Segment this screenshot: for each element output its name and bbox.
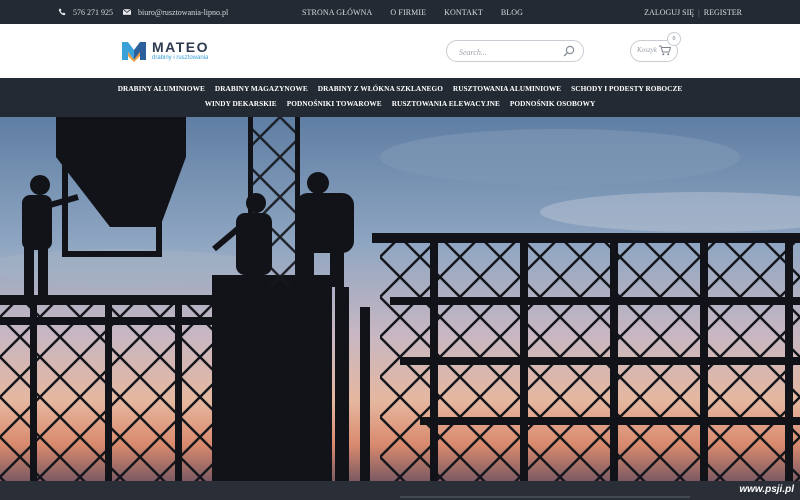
main-nav-row-2: WINDY DEKARSKIE PODNOŚNIKI TOWAROWE RUSZ… (0, 99, 800, 108)
nav-link-about[interactable]: O FIRMIE (390, 8, 426, 17)
nav-link-contact[interactable]: KONTAKT (444, 8, 483, 17)
email-contact[interactable]: biuro@rusztowania-lipno.pl (123, 8, 228, 17)
nav-cargo-lifts[interactable]: PODNOŚNIKI TOWAROWE (287, 99, 382, 108)
nav-aluminum-ladders[interactable]: DRABINY ALUMINIOWE (118, 84, 205, 93)
nav-warehouse-ladders[interactable]: DRABINY MAGAZYNOWE (215, 84, 308, 93)
nav-personnel-lift[interactable]: PODNOŚNIK OSOBOWY (510, 99, 595, 108)
nav-facade-scaffolding[interactable]: RUSZTOWANIA ELEWACYJNE (392, 99, 500, 108)
email-address: biuro@rusztowania-lipno.pl (138, 7, 229, 17)
main-nav-row-1: DRABINY ALUMINIOWE DRABINY MAGAZYNOWE DR… (0, 84, 800, 93)
nav-roofing-lifts[interactable]: WINDY DEKARSKIE (205, 99, 277, 108)
logo-mark-icon (122, 42, 146, 62)
phone-contact[interactable]: 576 271 925 (58, 8, 113, 17)
top-bar: 576 271 925 biuro@rusztowania-lipno.pl S… (0, 0, 800, 24)
nav-link-home[interactable]: STRONA GŁÓWNA (302, 8, 372, 17)
site-logo[interactable]: MATEO drabiny i rusztowania (122, 40, 209, 62)
logo-tagline: drabiny i rusztowania (152, 55, 209, 61)
site-header: MATEO drabiny i rusztowania Koszyk 0 (0, 24, 800, 78)
bottom-bar (0, 481, 800, 500)
top-nav: STRONA GŁÓWNA O FIRMIE KONTAKT BLOG (302, 0, 541, 24)
logo-text: MATEO drabiny i rusztowania (152, 40, 209, 62)
nav-aluminum-scaffolding[interactable]: RUSZTOWANIA ALUMINIOWE (453, 84, 561, 93)
phone-icon (58, 8, 66, 16)
login-link[interactable]: ZALOGUJ SIĘ (644, 8, 694, 17)
bottom-divider (400, 496, 690, 498)
phone-number: 576 271 925 (73, 7, 113, 17)
search-input[interactable] (457, 43, 561, 61)
logo-name: MATEO (152, 39, 210, 55)
search-icon[interactable] (563, 45, 575, 57)
cart-icon (659, 45, 671, 56)
nav-fiberglass-ladders[interactable]: DRABINY Z WŁÓKNA SZKLANEGO (318, 84, 443, 93)
account-separator: | (698, 7, 700, 17)
cart-count-badge: 0 (667, 32, 681, 46)
watermark-text: www.psji.pl (739, 484, 794, 495)
cart-label: Koszyk (637, 46, 657, 54)
account-links: ZALOGUJ SIĘ | REGISTER (644, 0, 742, 24)
search-box (446, 40, 584, 62)
register-link[interactable]: REGISTER (704, 8, 742, 17)
envelope-icon (123, 9, 131, 15)
contact-info: 576 271 925 biuro@rusztowania-lipno.pl (58, 0, 238, 24)
hero-construction-image (0, 117, 800, 481)
nav-link-blog[interactable]: BLOG (501, 8, 523, 17)
nav-stairs-platforms[interactable]: SCHODY I PODESTY ROBOCZE (571, 84, 682, 93)
main-nav: DRABINY ALUMINIOWE DRABINY MAGAZYNOWE DR… (0, 78, 800, 117)
cart-button[interactable]: Koszyk 0 (630, 32, 681, 62)
hero-banner (0, 117, 800, 481)
